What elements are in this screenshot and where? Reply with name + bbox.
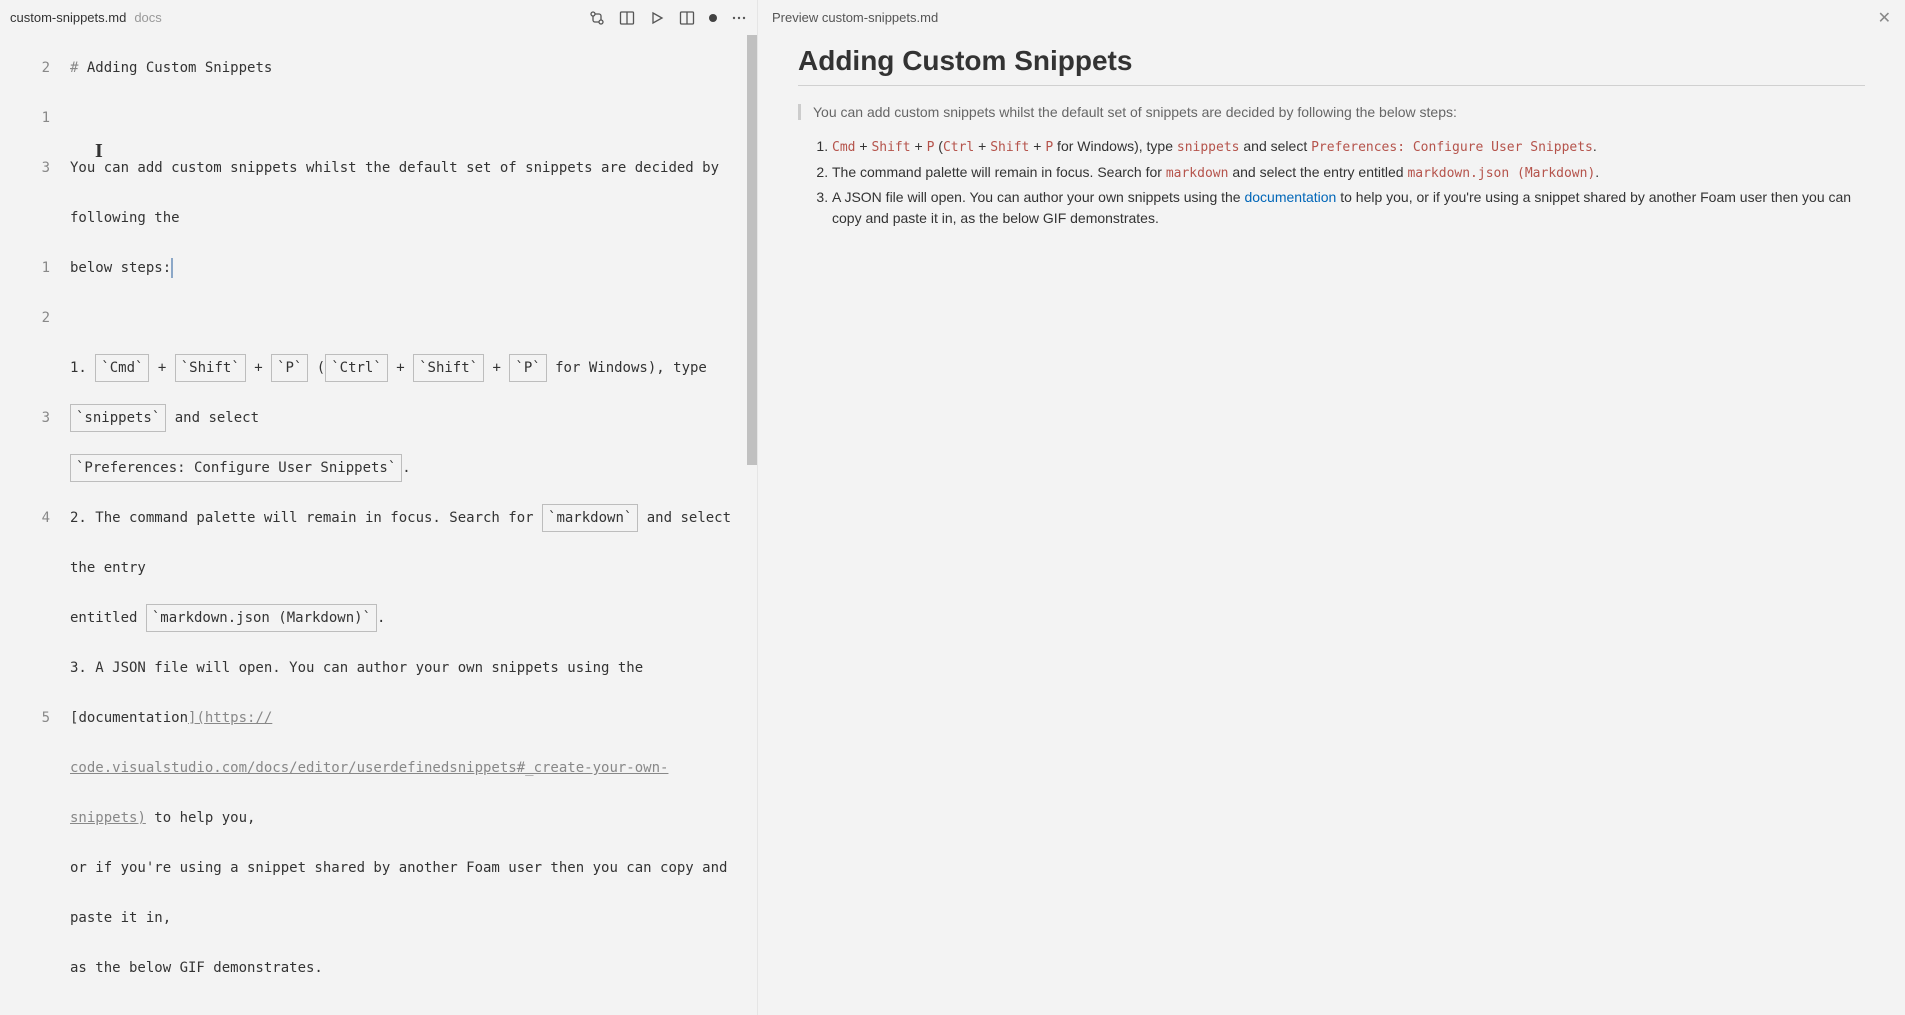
caret-icon (171, 258, 173, 278)
line-number: 3 (0, 143, 50, 193)
line-number: 2 (0, 293, 50, 343)
code-line-empty (70, 293, 737, 343)
text-cursor-icon: I (95, 140, 103, 163)
line-number: 1 (0, 243, 50, 293)
editor-body[interactable]: I 2 1 3 1 2 3 4 5 # Adding Custom Snippe… (0, 35, 757, 1015)
preview-content: Adding Custom Snippets You can add custo… (758, 35, 1905, 253)
preview-pane: Preview custom-snippets.md ✕ Adding Cust… (758, 0, 1905, 1015)
modified-indicator-icon[interactable] (709, 14, 717, 22)
preview-steps-list: Cmd + Shift + P (Ctrl + Shift + P for Wi… (798, 136, 1865, 229)
editor-tab[interactable]: custom-snippets.md docs (10, 10, 162, 25)
code-line-intro: You can add custom snippets whilst the d… (70, 143, 737, 243)
code-line-step1-wrap: `Preferences: Configure User Snippets`. (70, 443, 737, 493)
line-number: 3 (0, 393, 50, 443)
line-number: 1 (0, 93, 50, 143)
code-line-empty (70, 993, 737, 1015)
split-editor-icon[interactable] (679, 10, 695, 26)
run-icon[interactable] (649, 10, 665, 26)
preview-step-3: A JSON file will open. You can author yo… (832, 187, 1865, 229)
open-preview-side-icon[interactable] (619, 10, 635, 26)
preview-step-2: The command palette will remain in focus… (832, 162, 1865, 184)
line-gutter: 2 1 3 1 2 3 4 5 (0, 43, 70, 1015)
compare-changes-icon[interactable] (589, 10, 605, 26)
scrollbar-thumb[interactable] (747, 35, 757, 465)
editor-tab-actions (589, 10, 747, 26)
code-line-step3-wrap1: code.visualstudio.com/docs/editor/userde… (70, 743, 737, 843)
code-line-heading: # Adding Custom Snippets (70, 43, 737, 93)
code-line-step2-wrap: entitled `markdown.json (Markdown)`. (70, 593, 737, 643)
preview-blockquote: You can add custom snippets whilst the d… (798, 104, 1865, 120)
line-number: 4 (0, 493, 50, 543)
preview-tab-bar: Preview custom-snippets.md ✕ (758, 0, 1905, 35)
code-line-intro-wrap: below steps: (70, 243, 737, 293)
close-icon[interactable]: ✕ (1878, 8, 1891, 28)
code-line-empty (70, 93, 737, 143)
code-line-step2: 2. The command palette will remain in fo… (70, 493, 737, 593)
editor-tab-bar: custom-snippets.md docs (0, 0, 757, 35)
line-number: 5 (0, 693, 50, 743)
code-line-step3-wrap2: or if you're using a snippet shared by a… (70, 843, 737, 943)
code-area[interactable]: # Adding Custom Snippets You can add cus… (70, 43, 757, 1015)
preview-tab-title[interactable]: Preview custom-snippets.md (772, 10, 938, 25)
more-actions-icon[interactable] (731, 10, 747, 26)
code-line-step3-wrap3: as the below GIF demonstrates. (70, 943, 737, 993)
editor-pane: custom-snippets.md docs I (0, 0, 758, 1015)
preview-step-1: Cmd + Shift + P (Ctrl + Shift + P for Wi… (832, 136, 1865, 158)
code-line-step1: 1. `Cmd` + `Shift` + `P` (`Ctrl` + `Shif… (70, 343, 737, 443)
preview-heading: Adding Custom Snippets (798, 45, 1865, 86)
tab-filename: custom-snippets.md (10, 10, 126, 25)
code-line-step3: 3. A JSON file will open. You can author… (70, 643, 737, 743)
tab-folder: docs (134, 10, 161, 25)
documentation-link[interactable]: documentation (1244, 189, 1336, 205)
line-number: 2 (0, 43, 50, 93)
